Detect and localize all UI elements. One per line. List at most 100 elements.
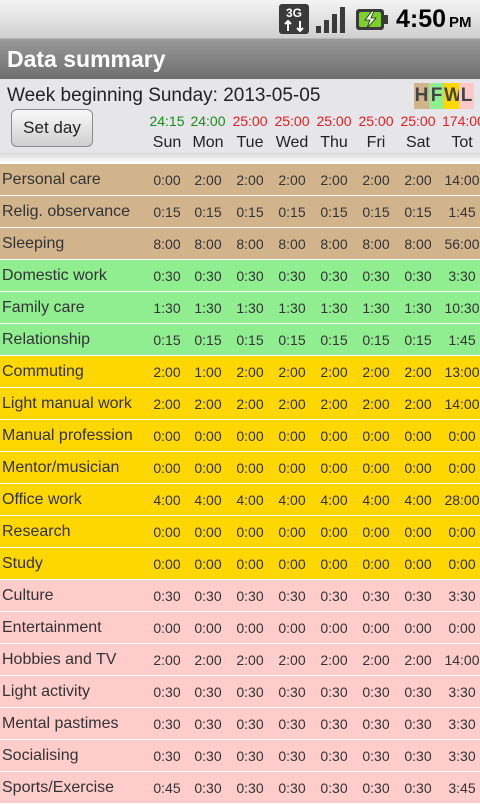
- activity-value-tue: 0:30: [236, 268, 264, 284]
- daily-total-tot: 174:00: [442, 113, 480, 129]
- activity-value-mon: 0:00: [194, 428, 222, 444]
- activity-value-thu: 0:00: [320, 556, 348, 572]
- activity-value-thu: 0:00: [320, 524, 348, 540]
- activity-value-sat: 0:00: [404, 524, 432, 540]
- table-row[interactable]: Manual profession 0:00 0:00 0:00 0:00 0:00 0:0…: [0, 420, 480, 452]
- activity-value-sat: 2:00: [404, 172, 432, 188]
- day-header-wed: Wed: [275, 134, 309, 151]
- activity-value-fri: 0:30: [362, 684, 390, 700]
- table-row[interactable]: Mental pastimes 0:30 0:30 0:30 0:30 0:30 0:30 0…: [0, 708, 480, 740]
- activity-value-wed: 2:00: [278, 172, 306, 188]
- table-row[interactable]: Sports/Exercise 0:45 0:30 0:30 0:30 0:30 0:30 0…: [0, 772, 480, 804]
- activity-value-mon: 8:00: [194, 236, 222, 252]
- day-header-sat: Sat: [405, 134, 430, 151]
- activity-value-mon: 0:15: [194, 204, 222, 220]
- activity-value-mon: 1:00: [194, 364, 222, 380]
- day-header-sun: Sun: [152, 134, 182, 151]
- table-row[interactable]: Light manual work 2:00 2:00 2:00 2:00 2:00 2:0…: [0, 388, 480, 420]
- set-day-button[interactable]: Set day: [11, 109, 93, 147]
- activity-value-thu: 0:30: [320, 780, 348, 796]
- activity-label: Manual profession: [2, 427, 133, 444]
- activity-value-thu: 0:30: [320, 684, 348, 700]
- activity-value-mon: 0:00: [194, 620, 222, 636]
- activity-value-sun: 0:15: [153, 332, 181, 348]
- activity-value-thu: 2:00: [320, 396, 348, 412]
- table-row[interactable]: Research 0:00 0:00 0:00 0:00 0:00 0:00 0:00 0:00: [0, 516, 480, 548]
- activity-label: Family care: [2, 299, 85, 316]
- activity-value-sun: 0:30: [153, 268, 181, 284]
- activity-value-sun: 0:45: [153, 780, 181, 796]
- activity-value-tue: 2:00: [236, 172, 264, 188]
- activity-value-tot: 3:30: [448, 716, 476, 732]
- activity-value-mon: 0:30: [194, 780, 222, 796]
- table-row[interactable]: Office work 4:00 4:00 4:00 4:00 4:00 4:00 4:00 2…: [0, 484, 480, 516]
- activity-value-sat: 4:00: [404, 492, 432, 508]
- activity-value-tot: 1:45: [448, 204, 476, 220]
- table-row[interactable]: Culture 0:30 0:30 0:30 0:30 0:30 0:30 0:30 3:30: [0, 580, 480, 612]
- activity-value-tue: 0:00: [236, 460, 264, 476]
- activity-value-thu: 0:30: [320, 268, 348, 284]
- legend-w: W: [444, 83, 462, 109]
- table-row[interactable]: Relig. observance 0:15 0:15 0:15 0:15 0:15 0:1…: [0, 196, 480, 228]
- table-row[interactable]: Hobbies and TV 2:00 2:00 2:00 2:00 2:00 2:00 2:…: [0, 644, 480, 676]
- daily-total-thu: 25:00: [316, 113, 352, 129]
- activity-value-fri: 2:00: [362, 172, 390, 188]
- activity-value-tot: 0:00: [448, 524, 476, 540]
- app-title: Data summary: [7, 46, 166, 72]
- activity-value-fri: 0:30: [362, 716, 390, 732]
- activity-value-tot: 3:30: [448, 588, 476, 604]
- activity-label: Study: [2, 555, 43, 572]
- table-row[interactable]: Entertainment 0:00 0:00 0:00 0:00 0:00 0:00 0:0…: [0, 612, 480, 644]
- activity-value-wed: 0:00: [278, 524, 306, 540]
- activity-value-thu: 0:30: [320, 716, 348, 732]
- activity-value-fri: 8:00: [362, 236, 390, 252]
- table-row[interactable]: Commuting 2:00 1:00 2:00 2:00 2:00 2:00 2:00 13:…: [0, 356, 480, 388]
- network-label: 3G: [286, 6, 302, 20]
- activity-value-mon: 0:00: [194, 524, 222, 540]
- activity-value-tot: 3:45: [448, 780, 476, 796]
- activity-value-mon: 0:30: [194, 684, 222, 700]
- activity-value-sat: 0:30: [404, 268, 432, 284]
- activity-value-sat: 1:30: [404, 300, 432, 316]
- activity-value-wed: 0:30: [278, 588, 306, 604]
- table-row[interactable]: Study 0:00 0:00 0:00 0:00 0:00 0:00 0:00 0:00: [0, 548, 480, 580]
- legend-l: L: [459, 83, 474, 109]
- activity-value-wed: 0:30: [278, 748, 306, 764]
- activity-value-tot: 14:00: [444, 652, 480, 668]
- activity-value-mon: 0:15: [194, 332, 222, 348]
- activity-value-tue: 8:00: [236, 236, 264, 252]
- activity-value-thu: 0:30: [320, 588, 348, 604]
- day-header-thu: Thu: [320, 134, 348, 151]
- table-row[interactable]: Relationship 0:15 0:15 0:15 0:15 0:15 0:15 0:15…: [0, 324, 480, 356]
- activity-value-tue: 0:15: [236, 204, 264, 220]
- activity-value-sun: 4:00: [153, 492, 181, 508]
- table-row[interactable]: Sleeping 8:00 8:00 8:00 8:00 8:00 8:00 8:00 56:0…: [0, 228, 480, 260]
- activity-label: Socialising: [2, 747, 79, 764]
- table-row[interactable]: Family care 1:30 1:30 1:30 1:30 1:30 1:30 1:30 1…: [0, 292, 480, 324]
- table-row[interactable]: Mentor/musician 0:00 0:00 0:00 0:00 0:00 0:00 0…: [0, 452, 480, 484]
- activity-value-thu: 0:00: [320, 460, 348, 476]
- table-row[interactable]: Personal care 0:00 2:00 2:00 2:00 2:00 2:00 2:0…: [0, 164, 480, 196]
- activity-value-sat: 0:30: [404, 716, 432, 732]
- activity-table[interactable]: Personal care 0:00 2:00 2:00 2:00 2:00 2:00 2:0…: [0, 164, 480, 804]
- table-row[interactable]: Domestic work 0:30 0:30 0:30 0:30 0:30 0:30 0:3…: [0, 260, 480, 292]
- activity-value-thu: 2:00: [320, 652, 348, 668]
- activity-label: Culture: [2, 587, 54, 604]
- activity-value-fri: 0:30: [362, 780, 390, 796]
- activity-value-mon: 0:30: [194, 588, 222, 604]
- table-row[interactable]: Socialising 0:30 0:30 0:30 0:30 0:30 0:30 0:30 3…: [0, 740, 480, 772]
- activity-value-tue: 0:00: [236, 556, 264, 572]
- activity-value-tot: 0:00: [448, 460, 476, 476]
- 3g-data-icon: 3G: [279, 4, 309, 34]
- activity-label: Mentor/musician: [2, 459, 120, 476]
- app-title-bar: Data summary: [0, 39, 480, 79]
- day-header-mon: Mon: [192, 134, 224, 151]
- activity-value-mon: 2:00: [194, 652, 222, 668]
- activity-value-tue: 2:00: [236, 396, 264, 412]
- table-row[interactable]: Light activity 0:30 0:30 0:30 0:30 0:30 0:30 0:…: [0, 676, 480, 708]
- activity-label: Hobbies and TV: [2, 651, 117, 668]
- day-header-tot: Tot: [451, 134, 473, 151]
- activity-value-sun: 8:00: [153, 236, 181, 252]
- activity-value-sun: 0:00: [153, 428, 181, 444]
- activity-value-tue: 0:30: [236, 716, 264, 732]
